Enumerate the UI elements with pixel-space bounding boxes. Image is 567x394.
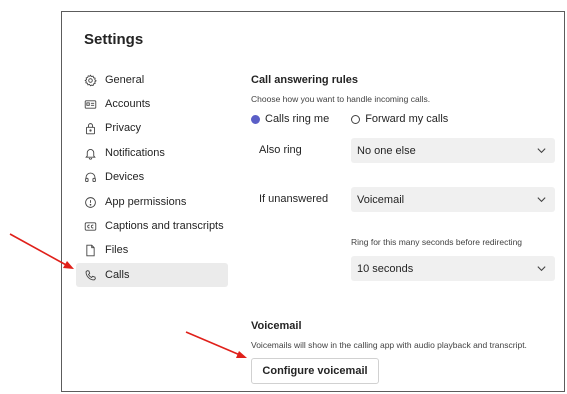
chevron-down-icon (536, 194, 547, 205)
call-rules-description: Choose how you want to handle incoming c… (251, 94, 431, 104)
nav-item-privacy[interactable]: Privacy (76, 116, 228, 140)
radio-calls-ring-me[interactable] (251, 114, 260, 124)
configure-voicemail-button[interactable]: Configure voicemail (251, 358, 379, 384)
nav-item-captions-and-transcripts[interactable]: Captions and transcripts (76, 214, 228, 238)
also-ring-label: Also ring (259, 144, 302, 156)
voicemail-description: Voicemails will show in the calling app … (251, 340, 527, 350)
if-unanswered-dropdown[interactable]: Voicemail (351, 187, 555, 212)
settings-window: Settings General Accounts Privacy Notifi… (61, 11, 565, 392)
nav-item-files[interactable]: Files (76, 238, 228, 262)
nav-item-notifications[interactable]: Notifications (76, 141, 228, 165)
radio-calls-ring-me-label[interactable]: Calls ring me (265, 113, 329, 125)
radio-forward-my-calls-label[interactable]: Forward my calls (365, 113, 448, 125)
headset-icon (82, 169, 98, 185)
nav-label: Accounts (105, 98, 151, 110)
nav-label: Captions and transcripts (105, 220, 224, 232)
call-mode-radio-group: Calls ring me Forward my calls (251, 113, 470, 125)
nav-item-app-permissions[interactable]: App permissions (76, 190, 228, 214)
also-ring-value: No one else (357, 144, 416, 157)
voicemail-title: Voicemail (251, 320, 302, 332)
radio-forward-my-calls[interactable] (351, 114, 361, 124)
nav-item-accounts[interactable]: Accounts (76, 92, 228, 116)
nav-item-calls[interactable]: Calls (76, 263, 228, 287)
nav-label: App permissions (105, 196, 187, 208)
nav-label: Devices (105, 171, 145, 183)
shield-icon (82, 194, 98, 210)
bell-icon (82, 145, 98, 161)
cc-icon (82, 218, 98, 234)
ring-seconds-value: 10 seconds (357, 262, 414, 275)
nav-label: Calls (105, 269, 130, 281)
chevron-down-icon (536, 263, 547, 274)
ring-seconds-label: Ring for this many seconds before redire… (351, 237, 523, 247)
also-ring-dropdown[interactable]: No one else (351, 138, 555, 163)
nav-label: Privacy (105, 122, 142, 134)
call-rules-title: Call answering rules (251, 74, 358, 86)
nav-label: Files (105, 244, 129, 256)
if-unanswered-value: Voicemail (357, 193, 405, 206)
chevron-down-icon (536, 145, 547, 156)
phone-icon (82, 267, 98, 283)
lock-icon (82, 120, 98, 136)
if-unanswered-label: If unanswered (259, 193, 329, 205)
nav-item-devices[interactable]: Devices (76, 165, 228, 189)
ring-seconds-dropdown[interactable]: 10 seconds (351, 256, 555, 281)
nav-item-general[interactable]: General (76, 68, 228, 92)
file-icon (82, 242, 98, 258)
nav-label: General (105, 74, 145, 86)
nav-label: Notifications (105, 147, 165, 159)
gear-icon (82, 72, 98, 88)
settings-title: Settings (84, 31, 144, 48)
id-card-icon (82, 96, 98, 112)
